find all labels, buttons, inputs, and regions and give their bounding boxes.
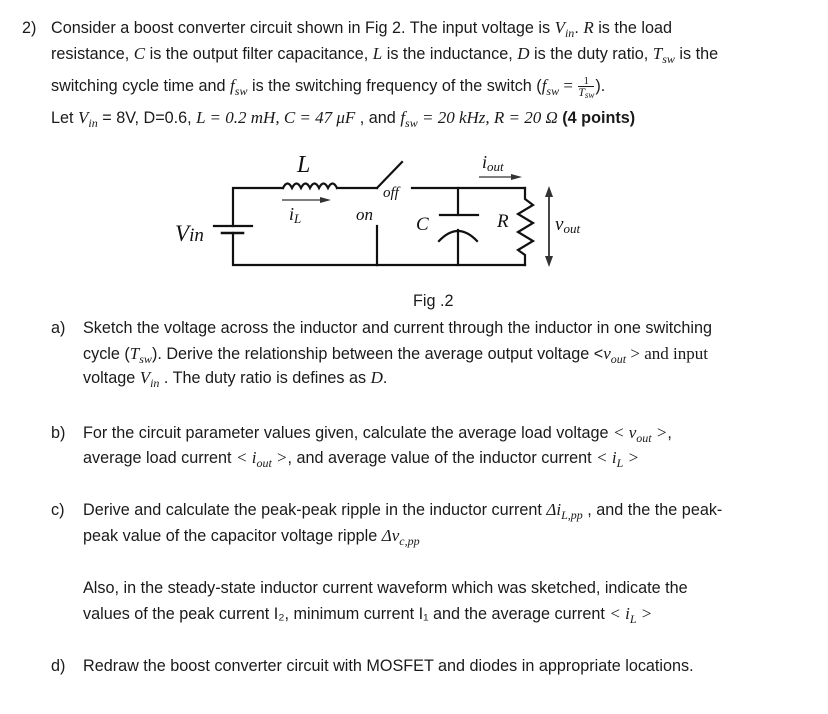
part-a-line-2: cycle (Tsw). Derive the relationship bet… [83,344,708,366]
part-a-label: a) [51,319,66,337]
delta-il-symbol: ΔiL,pp [546,500,583,522]
part-b-line-2: average load current < iout >, and avera… [83,448,640,470]
vout-symbol: vout [603,344,627,366]
part-d-line-1: Redraw the boost converter circuit with … [83,657,694,675]
label-L: L [296,152,310,178]
wire-left-bottom [231,231,379,267]
il-arrow-head [320,197,331,203]
label-C: C [416,214,429,235]
d-symbol: D [370,368,383,387]
vout-arrow-top [545,186,553,197]
inductor-coil [281,182,339,191]
also-line-1: Also, in the steady-state inductor curre… [83,579,688,597]
figure-caption: Fig .2 [413,292,454,310]
iout-arrow-head [511,174,522,180]
boost-converter-circuit: L iout off iL on C R vout Vin [175,152,580,267]
il-avg-symbol: < iL > [609,604,653,626]
part-c-label: c) [51,501,65,519]
label-R: R [496,211,509,232]
label-vin: Vin [175,221,204,246]
label-on: on [356,205,373,224]
tsw-symbol: Tsw [129,344,152,366]
vout-avg-symbol: < vout > [612,423,668,445]
vout-arrow-bottom [545,256,553,267]
resistor-zigzag [515,186,536,267]
part-a-line-1: Sketch the voltage across the inductor a… [83,319,712,337]
part-a-line-3: voltage Vin . The duty ratio is defines … [83,368,388,390]
part-b-line-1: For the circuit parameter values given, … [83,423,672,445]
part-c-line-1: Derive and calculate the peak-peak rippl… [83,500,723,522]
part-c-line-2: peak value of the capacitor voltage ripp… [83,526,420,548]
label-vout: vout [555,214,580,236]
il-avg-symbol: < iL > [596,448,640,470]
part-b-label: b) [51,424,66,442]
wire-left-top [231,186,285,228]
label-iL: iL [289,204,301,226]
label-iout: iout [482,152,504,174]
part-d-label: d) [51,657,66,675]
vin-symbol: Vin [139,368,160,390]
iout-avg-symbol: < iout > [235,448,288,470]
delta-vc-symbol: Δvc,pp [381,526,420,548]
also-line-2: values of the peak current I₂, minimum c… [83,604,653,626]
label-off: off [383,185,401,201]
